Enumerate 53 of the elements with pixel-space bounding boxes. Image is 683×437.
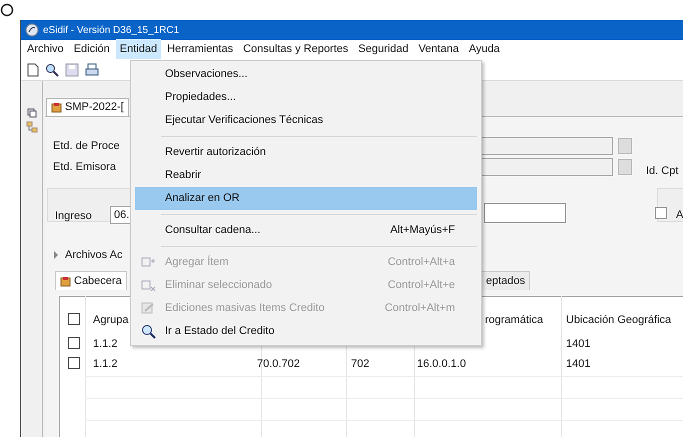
briefcase-icon bbox=[60, 276, 71, 286]
menu-item[interactable]: Ayuda bbox=[464, 39, 504, 60]
menu-item[interactable]: Herramientas bbox=[163, 39, 238, 60]
table-cell-text: 1.1.2 bbox=[93, 337, 118, 352]
menu-item[interactable]: Revertir autorización bbox=[135, 141, 477, 164]
checkbox-label: A bbox=[676, 208, 683, 223]
menu-item[interactable]: Archivo bbox=[23, 39, 68, 60]
checkbox[interactable] bbox=[68, 357, 80, 369]
window-title: eSidif - Versión D36_15_1RC1 bbox=[43, 24, 180, 38]
search-icon bbox=[45, 62, 59, 76]
checkbox[interactable] bbox=[68, 337, 80, 349]
menu-item[interactable]: Ejecutar Verificaciones Técnicas bbox=[135, 109, 477, 132]
table-cell-text: 702 bbox=[351, 357, 370, 372]
menu-item[interactable]: Ir a Estado del Credito bbox=[135, 320, 477, 343]
search-icon bbox=[141, 324, 156, 339]
table-cell-text: 1401 bbox=[566, 337, 590, 352]
tree-icon bbox=[26, 121, 38, 133]
table-cell-text: 16.0.0.1.0 bbox=[417, 357, 466, 372]
menu-item[interactable]: Observaciones... bbox=[135, 63, 477, 86]
table-cell-text: 70.0.702 bbox=[257, 357, 300, 372]
windows-icon bbox=[27, 108, 37, 118]
menu-item[interactable]: Seguridad bbox=[354, 39, 412, 60]
new-document-icon bbox=[27, 62, 39, 76]
menu-item[interactable]: Edición bbox=[70, 39, 114, 60]
checkbox[interactable] bbox=[655, 207, 667, 219]
menu-item[interactable]: Reabrir bbox=[135, 164, 477, 187]
save-icon bbox=[65, 62, 79, 76]
checkbox[interactable] bbox=[68, 313, 80, 325]
field-label: Ingreso bbox=[55, 209, 92, 224]
column-header[interactable]: Agrupa bbox=[93, 312, 128, 328]
field-label: Etd. Emisora bbox=[53, 160, 116, 175]
browse-button[interactable] bbox=[618, 159, 632, 175]
menu-item[interactable]: Consultas y Reportes bbox=[239, 39, 352, 60]
edit-icon bbox=[141, 301, 156, 316]
table-cell-text: 1.1.2 bbox=[93, 357, 118, 372]
input-field[interactable] bbox=[481, 137, 613, 155]
menu-item[interactable]: Propiedades... bbox=[135, 86, 477, 109]
print-icon bbox=[85, 62, 99, 76]
menu-item[interactable]: Analizar en OR bbox=[135, 187, 477, 210]
briefcase-icon bbox=[51, 102, 62, 113]
menu-item[interactable]: Entidad bbox=[116, 39, 162, 60]
section-header[interactable]: Archivos Ac bbox=[65, 247, 122, 264]
input-field[interactable] bbox=[481, 158, 613, 176]
field-label: Id. Cpt bbox=[646, 164, 678, 179]
input-field[interactable] bbox=[484, 203, 566, 223]
column-header[interactable]: Ubicación Geográfica bbox=[566, 312, 672, 328]
menu-item[interactable]: Ventana bbox=[414, 39, 463, 60]
menu-item[interactable]: Consultar cadena... Alt+Mayús+F bbox=[135, 219, 477, 242]
field-label: Etd. de Proce bbox=[53, 139, 120, 154]
browse-button[interactable] bbox=[618, 138, 632, 154]
column-header[interactable]: rogramática bbox=[485, 312, 544, 328]
delete-row-icon bbox=[141, 278, 156, 293]
table-cell-text: 1401 bbox=[566, 357, 590, 372]
